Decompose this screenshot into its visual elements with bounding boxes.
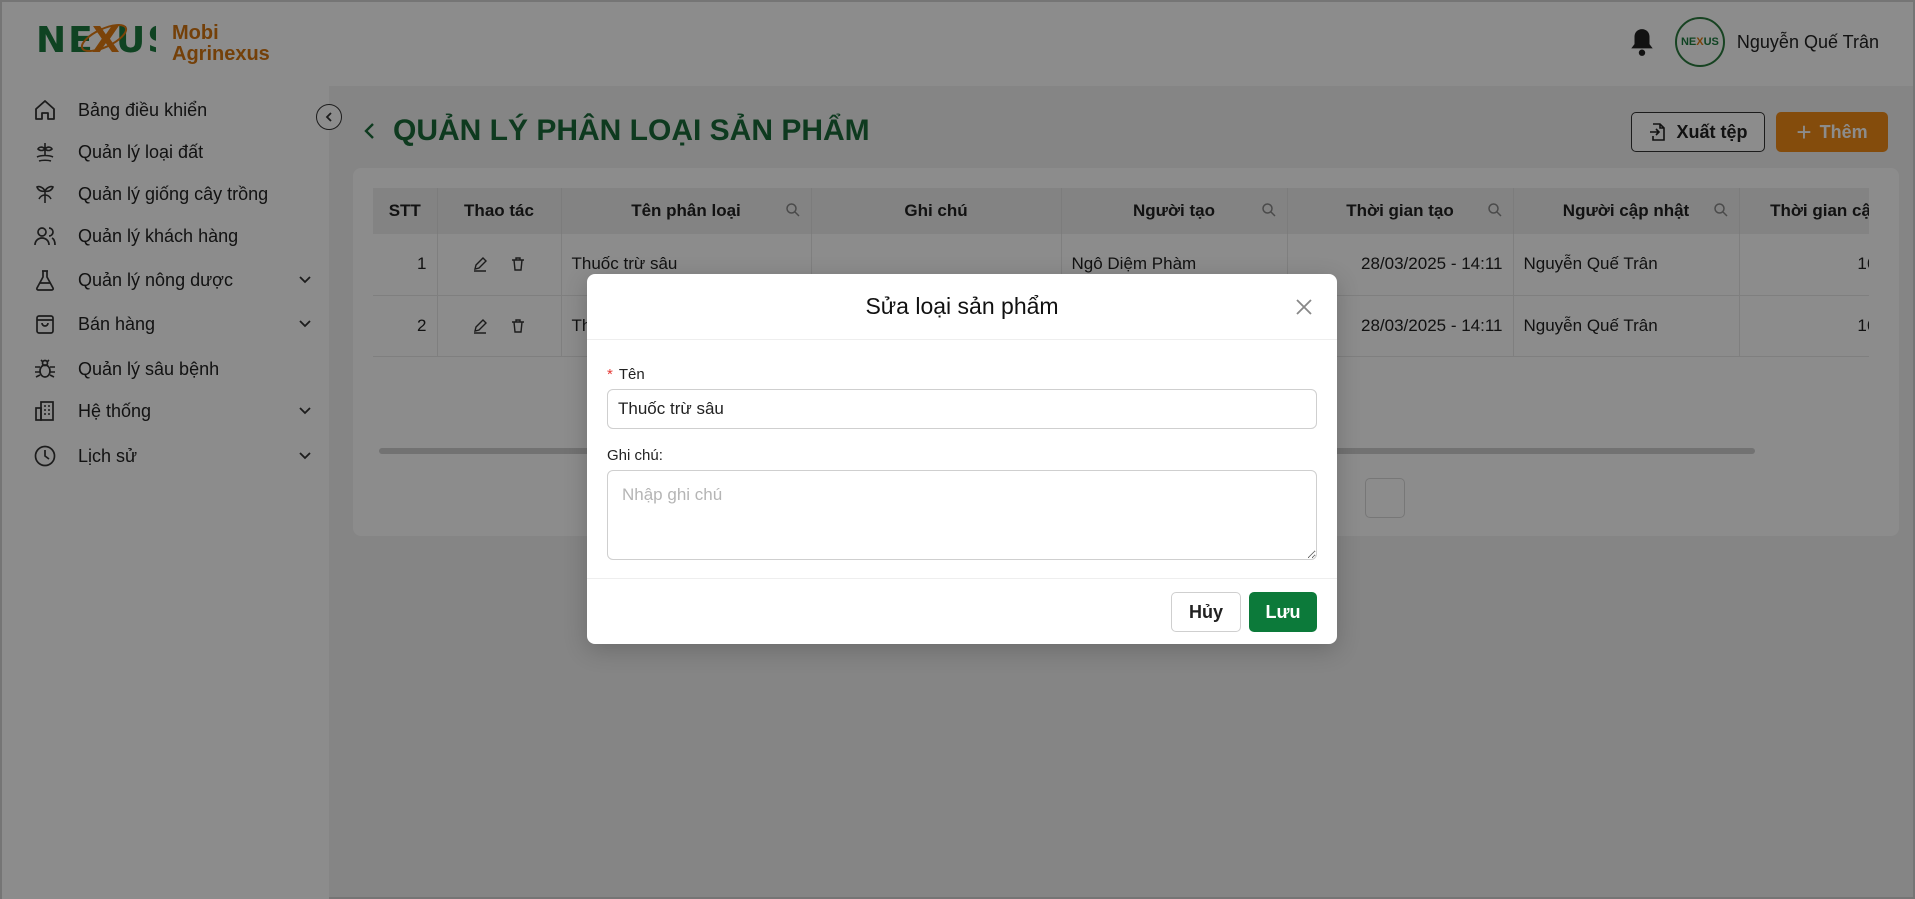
cancel-button[interactable]: Hủy: [1171, 592, 1241, 632]
close-icon[interactable]: [1295, 298, 1313, 316]
note-textarea[interactable]: [607, 470, 1317, 560]
modal-title: Sửa loại sản phẩm: [865, 293, 1059, 319]
required-marker: *: [607, 366, 613, 383]
name-field-label: * Tên: [607, 366, 1317, 383]
name-label-text: Tên: [618, 366, 645, 383]
save-button[interactable]: Lưu: [1249, 592, 1317, 632]
edit-category-modal: Sửa loại sản phẩm * Tên Ghi chú: Hủy Lưu: [587, 274, 1337, 644]
modal-body: * Tên Ghi chú:: [587, 340, 1337, 565]
modal-header: Sửa loại sản phẩm: [587, 274, 1337, 340]
name-input[interactable]: [607, 389, 1317, 429]
note-field-label: Ghi chú:: [607, 447, 663, 464]
modal-footer: Hủy Lưu: [587, 578, 1337, 644]
